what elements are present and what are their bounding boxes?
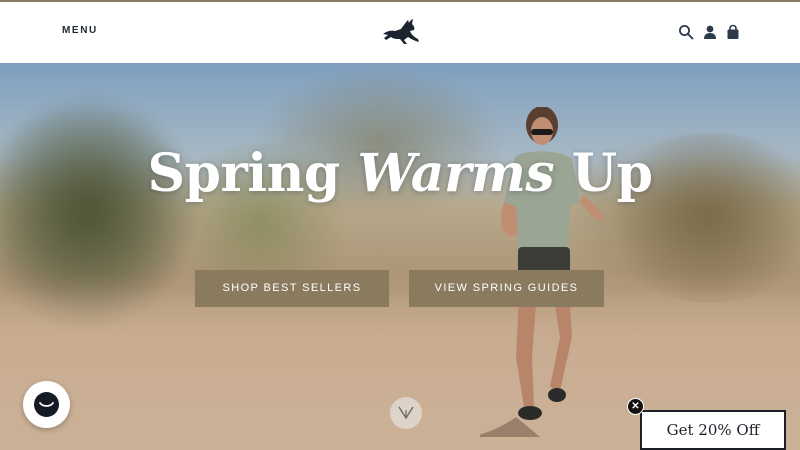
menu-button[interactable]: MENU xyxy=(62,25,98,36)
discount-promo-button[interactable]: Get 20% Off xyxy=(640,410,786,450)
headline-part: Up xyxy=(554,143,653,204)
shopping-bag-icon[interactable] xyxy=(725,24,741,40)
chat-icon xyxy=(34,392,59,417)
account-icon[interactable] xyxy=(702,24,718,40)
close-icon[interactable]: ✕ xyxy=(627,398,644,415)
rabbit-icon xyxy=(383,19,419,44)
view-spring-guides-button[interactable]: VIEW SPRING GUIDES xyxy=(409,270,604,307)
chevron-down-icon xyxy=(398,406,414,420)
shop-best-sellers-button[interactable]: SHOP BEST SELLERS xyxy=(195,270,389,307)
promo-label: Get 20% Off xyxy=(666,421,760,439)
site-header: MENU xyxy=(0,2,800,63)
scroll-down-button[interactable] xyxy=(390,397,422,429)
jackrabbit-logo[interactable] xyxy=(381,17,421,47)
chat-widget-button[interactable] xyxy=(23,381,70,428)
search-icon[interactable] xyxy=(678,24,694,40)
headline-part: Spring xyxy=(147,143,358,204)
hero-banner: Spring Warms Up SHOP BEST SELLERS VIEW S… xyxy=(0,63,800,450)
headline-italic-part: Warms xyxy=(357,143,555,204)
hero-headline: Spring Warms Up xyxy=(0,144,800,204)
